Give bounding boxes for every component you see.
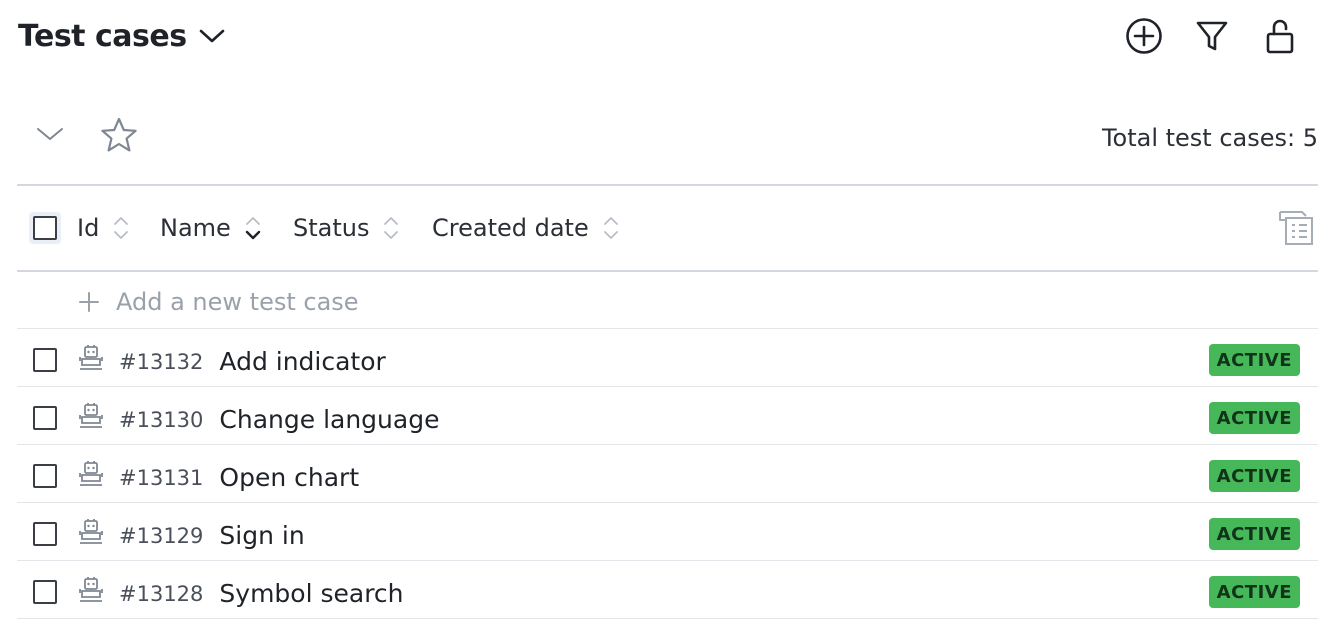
view-selector[interactable]: Test cases xyxy=(18,14,225,58)
test-case-name[interactable]: Add indicator xyxy=(219,348,385,376)
row-content: #13129 Sign in xyxy=(119,520,305,550)
header-actions xyxy=(1122,14,1302,58)
favorite-button[interactable] xyxy=(98,114,140,156)
filter-button[interactable] xyxy=(1190,14,1234,58)
table-row[interactable]: #13132 Add indicator ACTIVE xyxy=(17,330,1318,387)
robot-icon xyxy=(79,461,103,486)
row-divider xyxy=(17,618,1318,619)
row-divider xyxy=(17,444,1318,445)
header-divider xyxy=(17,270,1318,272)
robot-icon xyxy=(79,403,103,428)
add-test-case-label: Add a new test case xyxy=(116,288,359,316)
sort-desc-icon xyxy=(245,215,261,241)
sort-icon xyxy=(383,215,399,241)
page-title: Test cases xyxy=(18,18,187,54)
table-row[interactable]: #13129 Sign in ACTIVE xyxy=(17,504,1318,561)
row-content: #13131 Open chart xyxy=(119,462,359,492)
list-toolbar: Total test cases: 5 xyxy=(18,110,1318,160)
filter-icon xyxy=(1196,21,1228,51)
status-badge: ACTIVE xyxy=(1208,344,1300,376)
plus-icon xyxy=(79,292,99,312)
sort-icon xyxy=(113,215,129,241)
add-button[interactable] xyxy=(1122,14,1166,58)
column-name-label: Name xyxy=(160,214,231,242)
row-checkbox[interactable] xyxy=(33,406,57,430)
row-checkbox[interactable] xyxy=(33,348,57,372)
row-checkbox[interactable] xyxy=(33,464,57,488)
row-divider xyxy=(17,502,1318,503)
test-case-name[interactable]: Open chart xyxy=(219,464,359,492)
add-test-case-button[interactable]: Add a new test case xyxy=(78,286,359,318)
column-id[interactable]: Id xyxy=(77,212,129,244)
column-status-label: Status xyxy=(293,214,370,242)
row-divider xyxy=(17,386,1318,387)
test-case-id: #13132 xyxy=(119,350,204,374)
column-status[interactable]: Status xyxy=(293,212,399,244)
robot-icon xyxy=(79,577,103,602)
plus-circle-icon xyxy=(1126,18,1162,54)
status-badge: ACTIVE xyxy=(1208,576,1300,608)
row-content: #13132 Add indicator xyxy=(119,346,386,376)
status-badge: ACTIVE xyxy=(1208,518,1300,550)
test-case-name[interactable]: Change language xyxy=(219,406,439,434)
select-all-checkbox[interactable] xyxy=(29,212,61,244)
lock-button[interactable] xyxy=(1258,14,1302,58)
test-case-id: #13129 xyxy=(119,524,204,548)
robot-icon xyxy=(79,345,103,370)
column-id-label: Id xyxy=(77,214,100,242)
row-checkbox[interactable] xyxy=(33,522,57,546)
row-checkbox[interactable] xyxy=(33,580,57,604)
row-divider xyxy=(17,328,1318,329)
collapse-button[interactable] xyxy=(32,116,68,152)
status-badge: ACTIVE xyxy=(1208,460,1300,492)
test-case-name[interactable]: Sign in xyxy=(219,522,304,550)
checkbox-box xyxy=(33,216,57,240)
table-header: Id Name Status Created date xyxy=(17,186,1318,270)
row-content: #13128 Symbol search xyxy=(119,578,404,608)
column-created-date-label: Created date xyxy=(432,214,589,242)
table-row[interactable]: #13128 Symbol search ACTIVE xyxy=(17,562,1318,619)
test-case-id: #13130 xyxy=(119,408,204,432)
test-case-name[interactable]: Symbol search xyxy=(219,580,403,608)
column-settings-icon xyxy=(1279,211,1313,245)
test-case-id: #13128 xyxy=(119,582,204,606)
sort-icon xyxy=(603,215,619,241)
chevron-down-icon xyxy=(199,29,224,43)
test-cases-page: Test cases Total test cases: 5 Id Name S… xyxy=(0,0,1342,644)
column-created-date[interactable]: Created date xyxy=(432,212,619,244)
chevron-down-icon xyxy=(37,128,63,140)
column-name[interactable]: Name xyxy=(160,212,261,244)
total-count: Total test cases: 5 xyxy=(1101,124,1318,152)
test-case-id: #13131 xyxy=(119,466,204,490)
row-content: #13130 Change language xyxy=(119,404,439,434)
column-settings-button[interactable] xyxy=(1276,208,1316,248)
row-divider xyxy=(17,560,1318,561)
table-row[interactable]: #13131 Open chart ACTIVE xyxy=(17,446,1318,503)
table-row[interactable]: #13130 Change language ACTIVE xyxy=(17,388,1318,445)
unlock-icon xyxy=(1266,19,1294,54)
star-icon xyxy=(101,117,137,152)
robot-icon xyxy=(79,519,103,544)
status-badge: ACTIVE xyxy=(1208,402,1300,434)
